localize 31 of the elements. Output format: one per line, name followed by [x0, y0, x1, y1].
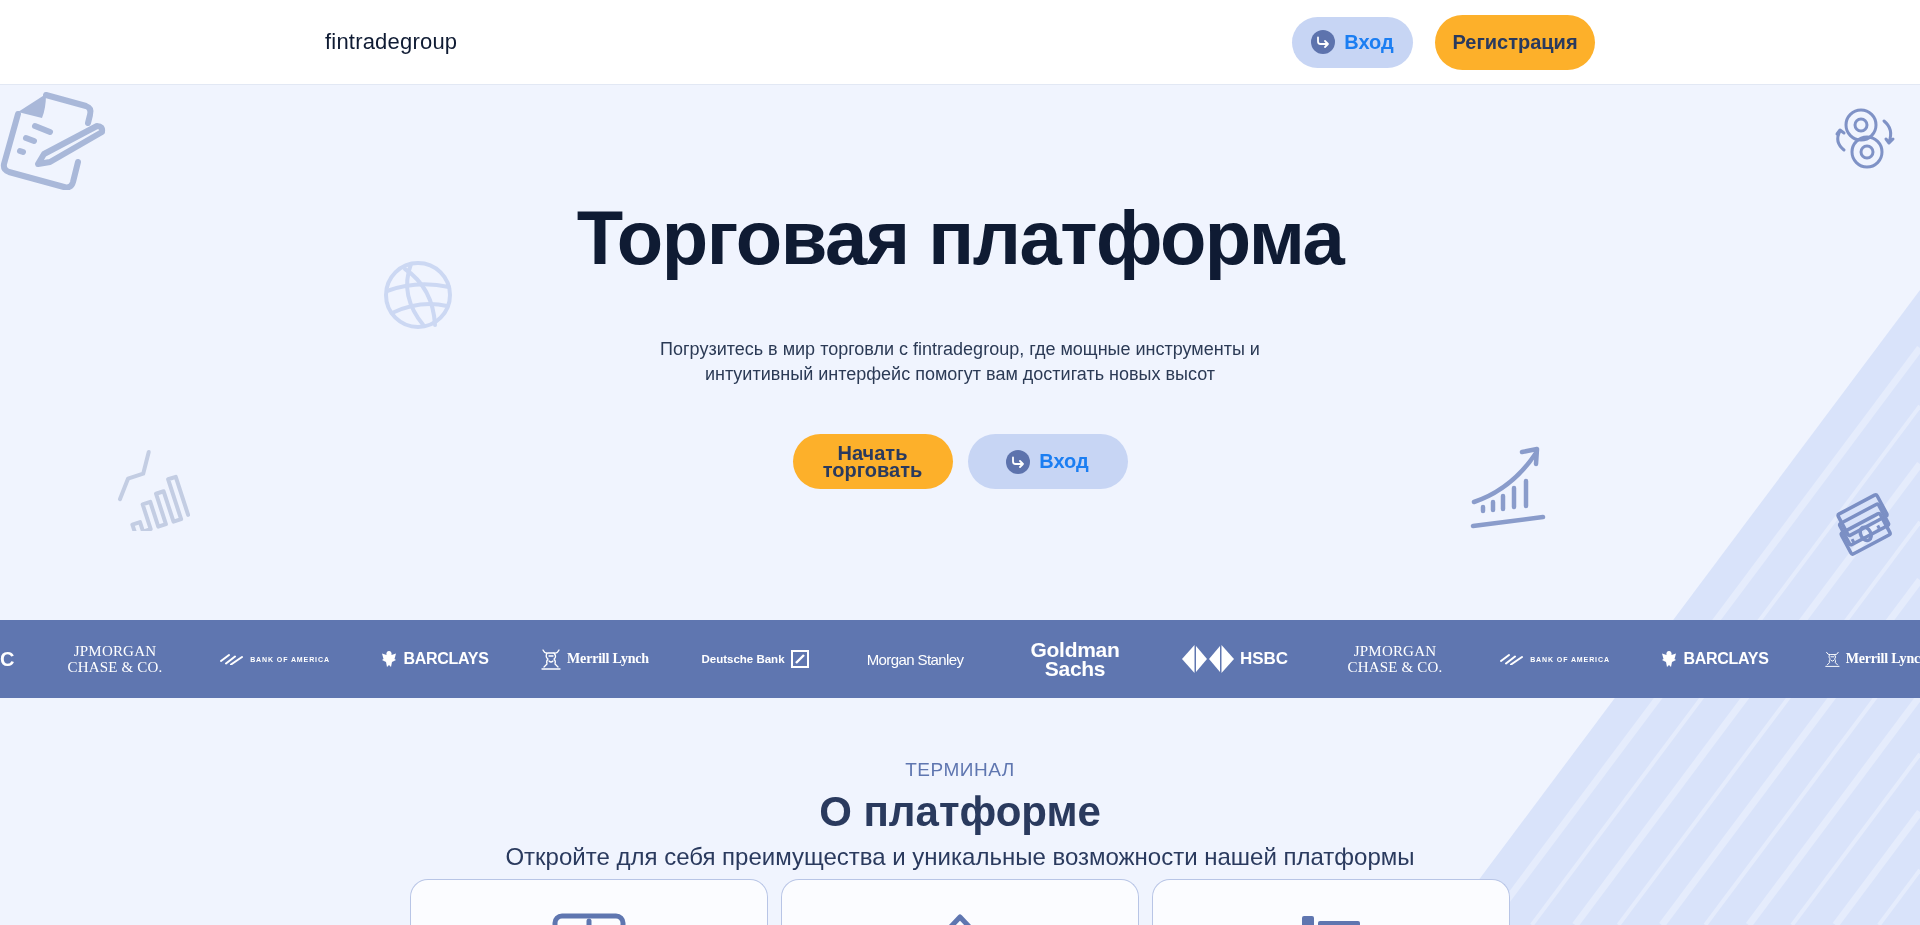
hexagon-icon	[1181, 645, 1234, 673]
partner-name: Morgan Stanley	[866, 650, 964, 668]
eagle-icon	[381, 650, 398, 668]
section-subtitle: Откройте для себя преимущества и уникальные возможности нашей платформы	[505, 842, 1415, 872]
partner-name: Merrill Lynch	[567, 651, 649, 667]
partner-name: HSBC	[1239, 649, 1289, 669]
site-logo[interactable]: fintradegroup	[325, 29, 458, 55]
partner-name: Deutsche Bank	[701, 653, 785, 665]
flag-icon	[220, 653, 245, 665]
partner-name: C	[0, 647, 15, 671]
section-title: О платформе	[819, 787, 1101, 837]
partner-name: Merrill Lync	[1845, 651, 1920, 667]
partner-name: BARCLAYS	[1683, 650, 1769, 668]
flag-icon	[1500, 653, 1525, 665]
slash-square-icon	[790, 650, 809, 668]
partner-name: JPMORGAN CHASE & CO.	[1347, 643, 1443, 675]
partner-name: Goldman Sachs	[1030, 640, 1120, 678]
register-button[interactable]: Регистрация	[1435, 14, 1595, 70]
bar-chart-icon	[1300, 913, 1362, 925]
start-trading-button[interactable]: Начать торговать	[792, 434, 953, 489]
section-label: ТЕРМИНАЛ	[905, 758, 1015, 782]
monitor-icon	[552, 913, 626, 925]
globe-icon	[383, 260, 453, 330]
hero-description: Погрузитесь в мир торговли с fintradegroup, где мощные инструменты и интуитивный интерфейс помогут вам достигать новых высот	[659, 338, 1261, 386]
rising-chart-icon	[1470, 445, 1546, 529]
partner-name: JPMORGAN CHASE & CO.	[67, 643, 163, 675]
document-pen-icon	[0, 90, 106, 190]
partner-name: BARCLAYS	[403, 650, 489, 668]
eagle-icon	[1661, 650, 1678, 668]
page-title: Торговая платформа	[576, 194, 1344, 282]
emblem-icon	[541, 648, 562, 670]
